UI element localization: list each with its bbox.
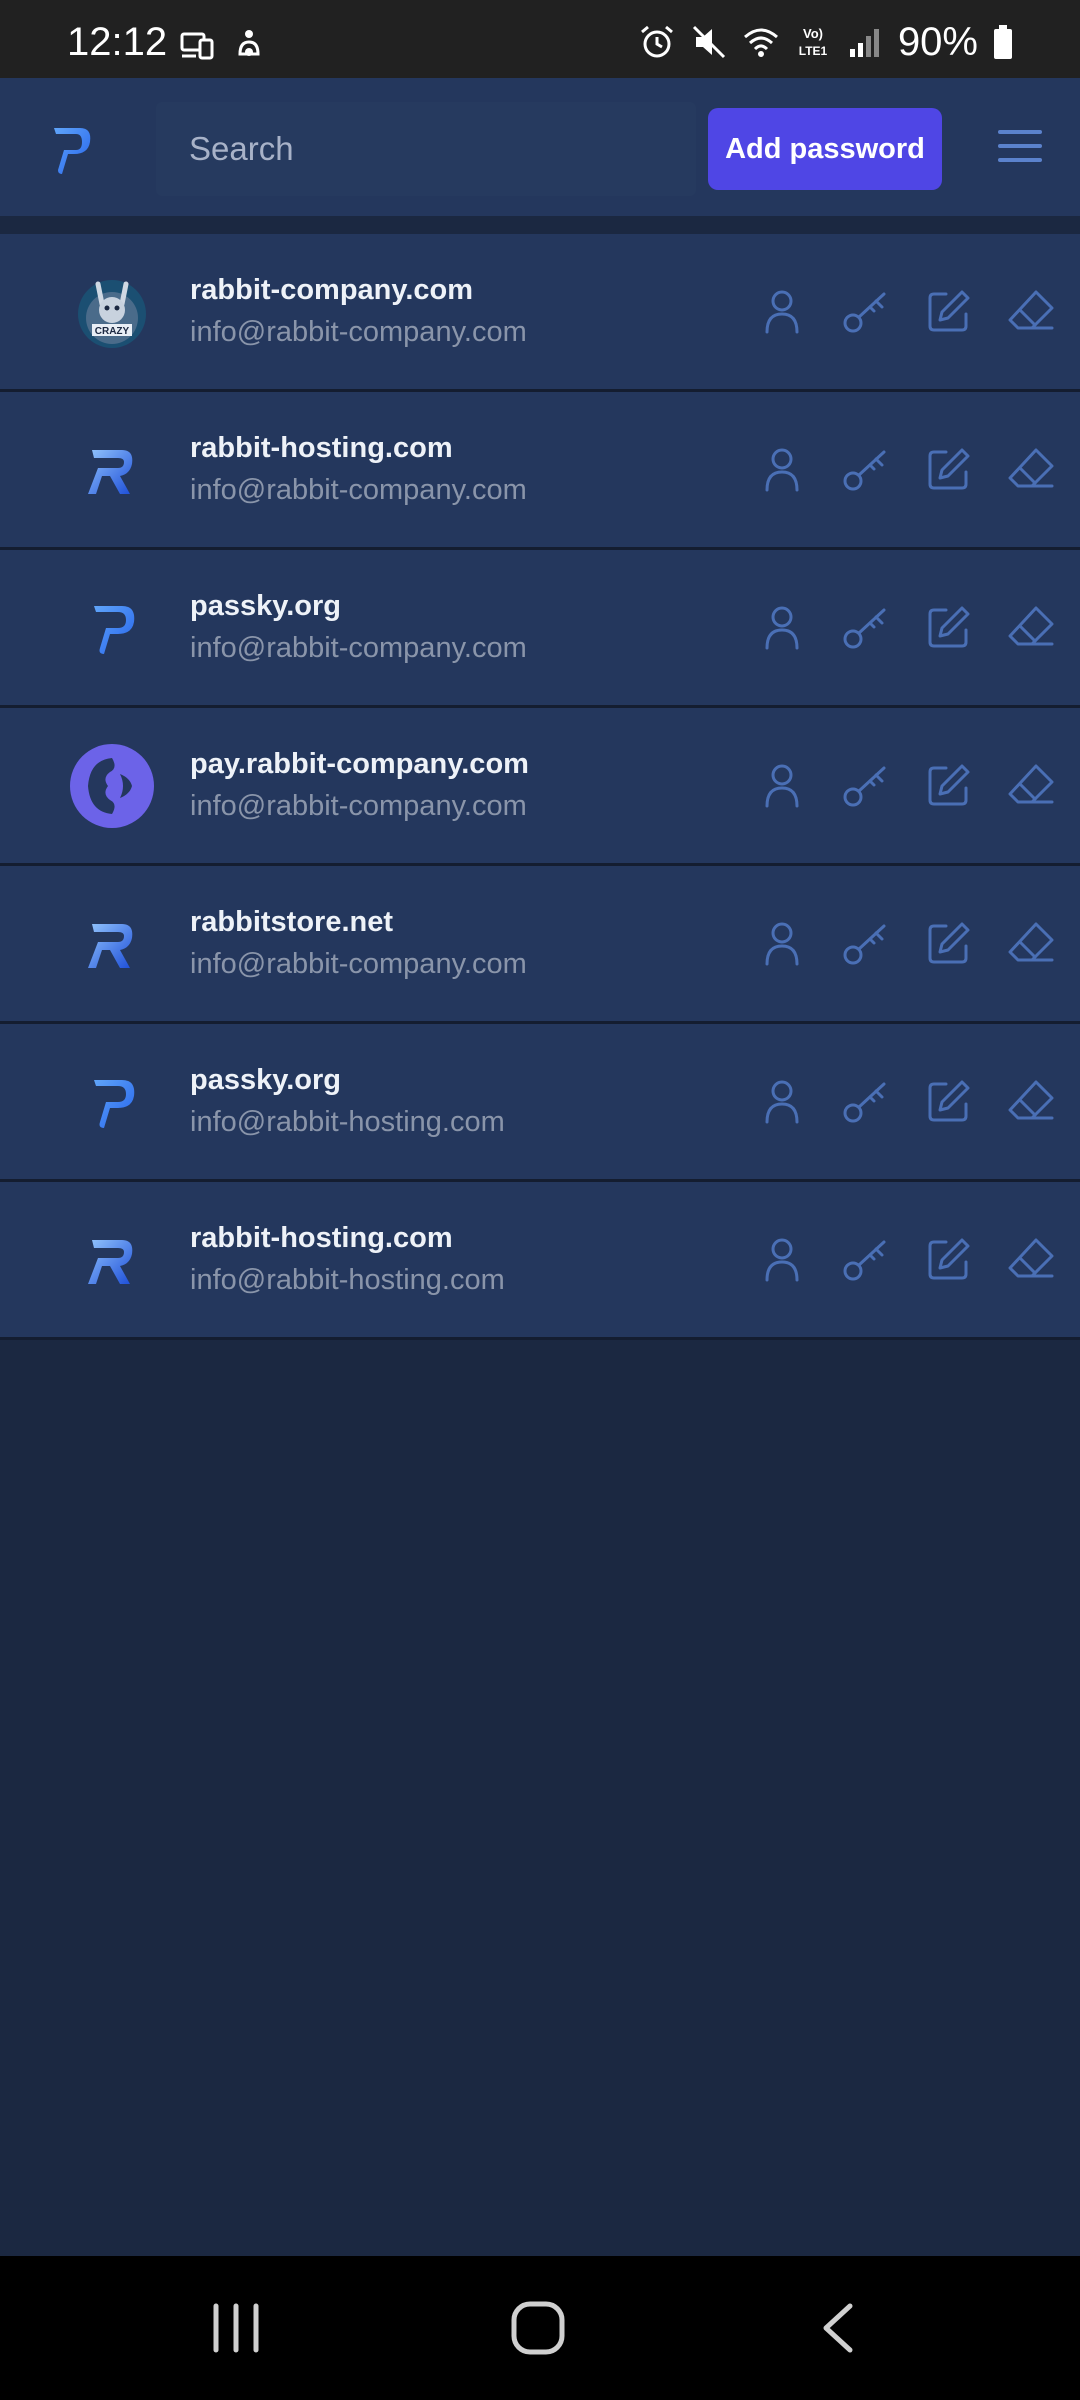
copy-password-icon[interactable] bbox=[840, 444, 890, 494]
passky-logo-icon bbox=[70, 586, 154, 670]
username-label: info@rabbit-company.com bbox=[190, 632, 527, 664]
copy-password-icon[interactable] bbox=[840, 602, 890, 652]
copy-password-icon[interactable] bbox=[840, 760, 890, 810]
edit-icon[interactable] bbox=[924, 1234, 974, 1284]
copy-password-icon[interactable] bbox=[840, 918, 890, 968]
website-label: passky.org bbox=[190, 1064, 341, 1096]
username-label: info@rabbit-hosting.com bbox=[190, 1106, 505, 1138]
rabbitstore-logo-icon bbox=[70, 902, 154, 986]
username-label: info@rabbit-hosting.com bbox=[190, 1264, 505, 1296]
system-nav-bar bbox=[0, 2256, 1080, 2400]
copy-password-icon[interactable] bbox=[840, 1234, 890, 1284]
app-header: Add password bbox=[0, 78, 1080, 216]
password-row[interactable]: rabbit-hosting.com info@rabbit-hosting.co… bbox=[0, 1182, 1080, 1340]
edit-icon[interactable] bbox=[924, 602, 974, 652]
rabbit-pay-logo-icon bbox=[70, 744, 154, 828]
header-divider bbox=[0, 216, 1080, 234]
username-label: info@rabbit-company.com bbox=[190, 474, 527, 506]
wifi-icon bbox=[743, 28, 778, 57]
delete-icon[interactable] bbox=[1006, 918, 1056, 968]
svg-text:CRAZY: CRAZY bbox=[95, 326, 130, 337]
rabbit-hosting-logo-icon bbox=[70, 428, 154, 512]
mute-icon bbox=[692, 25, 725, 59]
edit-icon[interactable] bbox=[924, 444, 974, 494]
website-label: rabbitstore.net bbox=[190, 906, 394, 938]
copy-password-icon[interactable] bbox=[840, 1076, 890, 1126]
edit-icon[interactable] bbox=[924, 760, 974, 810]
rabbit-hosting-logo-icon bbox=[70, 1218, 154, 1302]
username-label: info@rabbit-company.com bbox=[190, 316, 527, 348]
alarm-icon bbox=[640, 25, 673, 58]
edit-icon[interactable] bbox=[924, 286, 974, 336]
copy-username-icon[interactable] bbox=[757, 1234, 807, 1284]
delete-icon[interactable] bbox=[1006, 602, 1056, 652]
copy-username-icon[interactable] bbox=[757, 444, 807, 494]
delete-icon[interactable] bbox=[1006, 760, 1056, 810]
hamburger-menu-icon[interactable] bbox=[998, 126, 1042, 166]
copy-username-icon[interactable] bbox=[757, 602, 807, 652]
username-label: info@rabbit-company.com bbox=[190, 948, 527, 980]
password-row[interactable]: pay.rabbit-company.com info@rabbit-compan… bbox=[0, 708, 1080, 866]
status-left-icons bbox=[178, 26, 268, 64]
volte-lte-icon: Vo) LTE1 bbox=[799, 26, 828, 58]
copy-username-icon[interactable] bbox=[757, 1076, 807, 1126]
svg-text:LTE1: LTE1 bbox=[799, 44, 828, 58]
status-time: 12:12 bbox=[67, 20, 168, 64]
website-label: rabbit-hosting.com bbox=[190, 432, 453, 464]
website-label: rabbit-hosting.com bbox=[190, 1222, 453, 1254]
home-icon[interactable] bbox=[510, 2300, 566, 2356]
battery-percentage: 90% bbox=[897, 20, 978, 64]
status-bar: 12:12 Vo) LTE1 90% bbox=[0, 0, 1080, 78]
copy-username-icon[interactable] bbox=[757, 286, 807, 336]
password-row[interactable]: passky.org info@rabbit-company.com bbox=[0, 550, 1080, 708]
copy-username-icon[interactable] bbox=[757, 760, 807, 810]
delete-icon[interactable] bbox=[1006, 1234, 1056, 1284]
website-label: rabbit-company.com bbox=[190, 274, 474, 306]
delete-icon[interactable] bbox=[1006, 1076, 1056, 1126]
battery-icon bbox=[994, 25, 1012, 59]
add-password-button[interactable]: Add password bbox=[708, 108, 942, 190]
password-row[interactable]: rabbitstore.net info@rabbit-company.com bbox=[0, 866, 1080, 1024]
delete-icon[interactable] bbox=[1006, 286, 1056, 336]
website-label: passky.org bbox=[190, 590, 341, 622]
svg-text:Vo): Vo) bbox=[803, 26, 823, 41]
back-icon[interactable] bbox=[818, 2302, 858, 2354]
status-right-icons: Vo) LTE1 90% bbox=[638, 22, 1014, 62]
password-row[interactable]: CRAZY rabbit-company.com info@rabbit-compa… bbox=[0, 234, 1080, 392]
copy-username-icon[interactable] bbox=[757, 918, 807, 968]
password-list: CRAZY rabbit-company.com info@rabbit-compa… bbox=[0, 234, 1080, 1340]
passky-logo-icon bbox=[70, 1060, 154, 1144]
delete-icon[interactable] bbox=[1006, 444, 1056, 494]
username-label: info@rabbit-company.com bbox=[190, 790, 527, 822]
signal-icon bbox=[849, 29, 879, 57]
password-row[interactable]: passky.org info@rabbit-hosting.com bbox=[0, 1024, 1080, 1182]
password-row[interactable]: rabbit-hosting.com info@rabbit-company.co… bbox=[0, 392, 1080, 550]
website-label: pay.rabbit-company.com bbox=[190, 748, 529, 780]
cast-icon bbox=[180, 32, 214, 60]
search-input[interactable] bbox=[156, 102, 696, 196]
crazy-rabbit-logo-icon: CRAZY bbox=[70, 270, 154, 354]
copy-password-icon[interactable] bbox=[840, 286, 890, 336]
passky-logo-icon[interactable] bbox=[50, 122, 94, 178]
recent-apps-icon[interactable] bbox=[210, 2302, 262, 2354]
accessibility-icon bbox=[238, 30, 260, 56]
edit-icon[interactable] bbox=[924, 918, 974, 968]
edit-icon[interactable] bbox=[924, 1076, 974, 1126]
